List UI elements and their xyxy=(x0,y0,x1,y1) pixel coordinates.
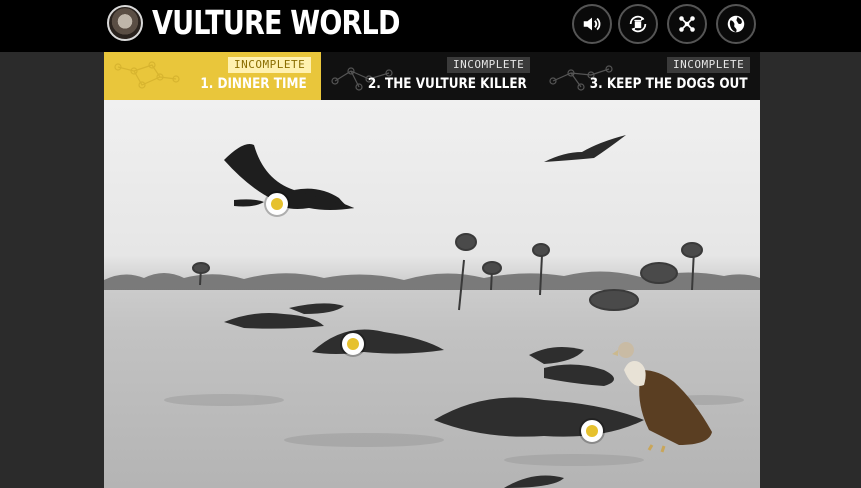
network-icon xyxy=(114,61,180,89)
globe-icon xyxy=(727,15,745,33)
hotspot-flying-vulture[interactable] xyxy=(266,193,288,215)
recycle-bin-icon xyxy=(629,15,647,33)
hotspot-carcass[interactable] xyxy=(342,333,364,355)
network-button[interactable] xyxy=(667,4,707,44)
tab-title: 3. KEEP THE DOGS OUT xyxy=(590,76,748,92)
tab-keep-dogs-out[interactable]: INCOMPLETE 3. KEEP THE DOGS OUT xyxy=(539,52,760,100)
tab-vulture-killer[interactable]: INCOMPLETE 2. THE VULTURE KILLER xyxy=(321,52,539,100)
tab-status-badge: INCOMPLETE xyxy=(228,57,312,73)
network-icon xyxy=(679,16,695,32)
top-bar: VULTURE WORLD xyxy=(0,0,861,52)
tab-status-badge: INCOMPLETE xyxy=(667,57,751,73)
recycle-button[interactable] xyxy=(618,4,658,44)
hotspot-carcass-group[interactable] xyxy=(581,420,603,442)
tab-title: 2. THE VULTURE KILLER xyxy=(368,76,527,92)
vulture-logo-icon xyxy=(107,5,143,41)
savanna-scene xyxy=(104,135,760,488)
scene-image xyxy=(104,100,760,488)
globe-button[interactable] xyxy=(716,4,756,44)
sound-button[interactable] xyxy=(572,4,612,44)
app-title: VULTURE WORLD xyxy=(152,3,400,42)
chapter-tabs: INCOMPLETE 1. DINNER TIME INCOMPLETE 2. … xyxy=(104,52,760,100)
tab-status-badge: INCOMPLETE xyxy=(447,57,531,73)
speaker-icon xyxy=(583,17,601,31)
tab-title: 1. DINNER TIME xyxy=(200,76,307,92)
tab-dinner-time[interactable]: INCOMPLETE 1. DINNER TIME xyxy=(104,52,321,100)
